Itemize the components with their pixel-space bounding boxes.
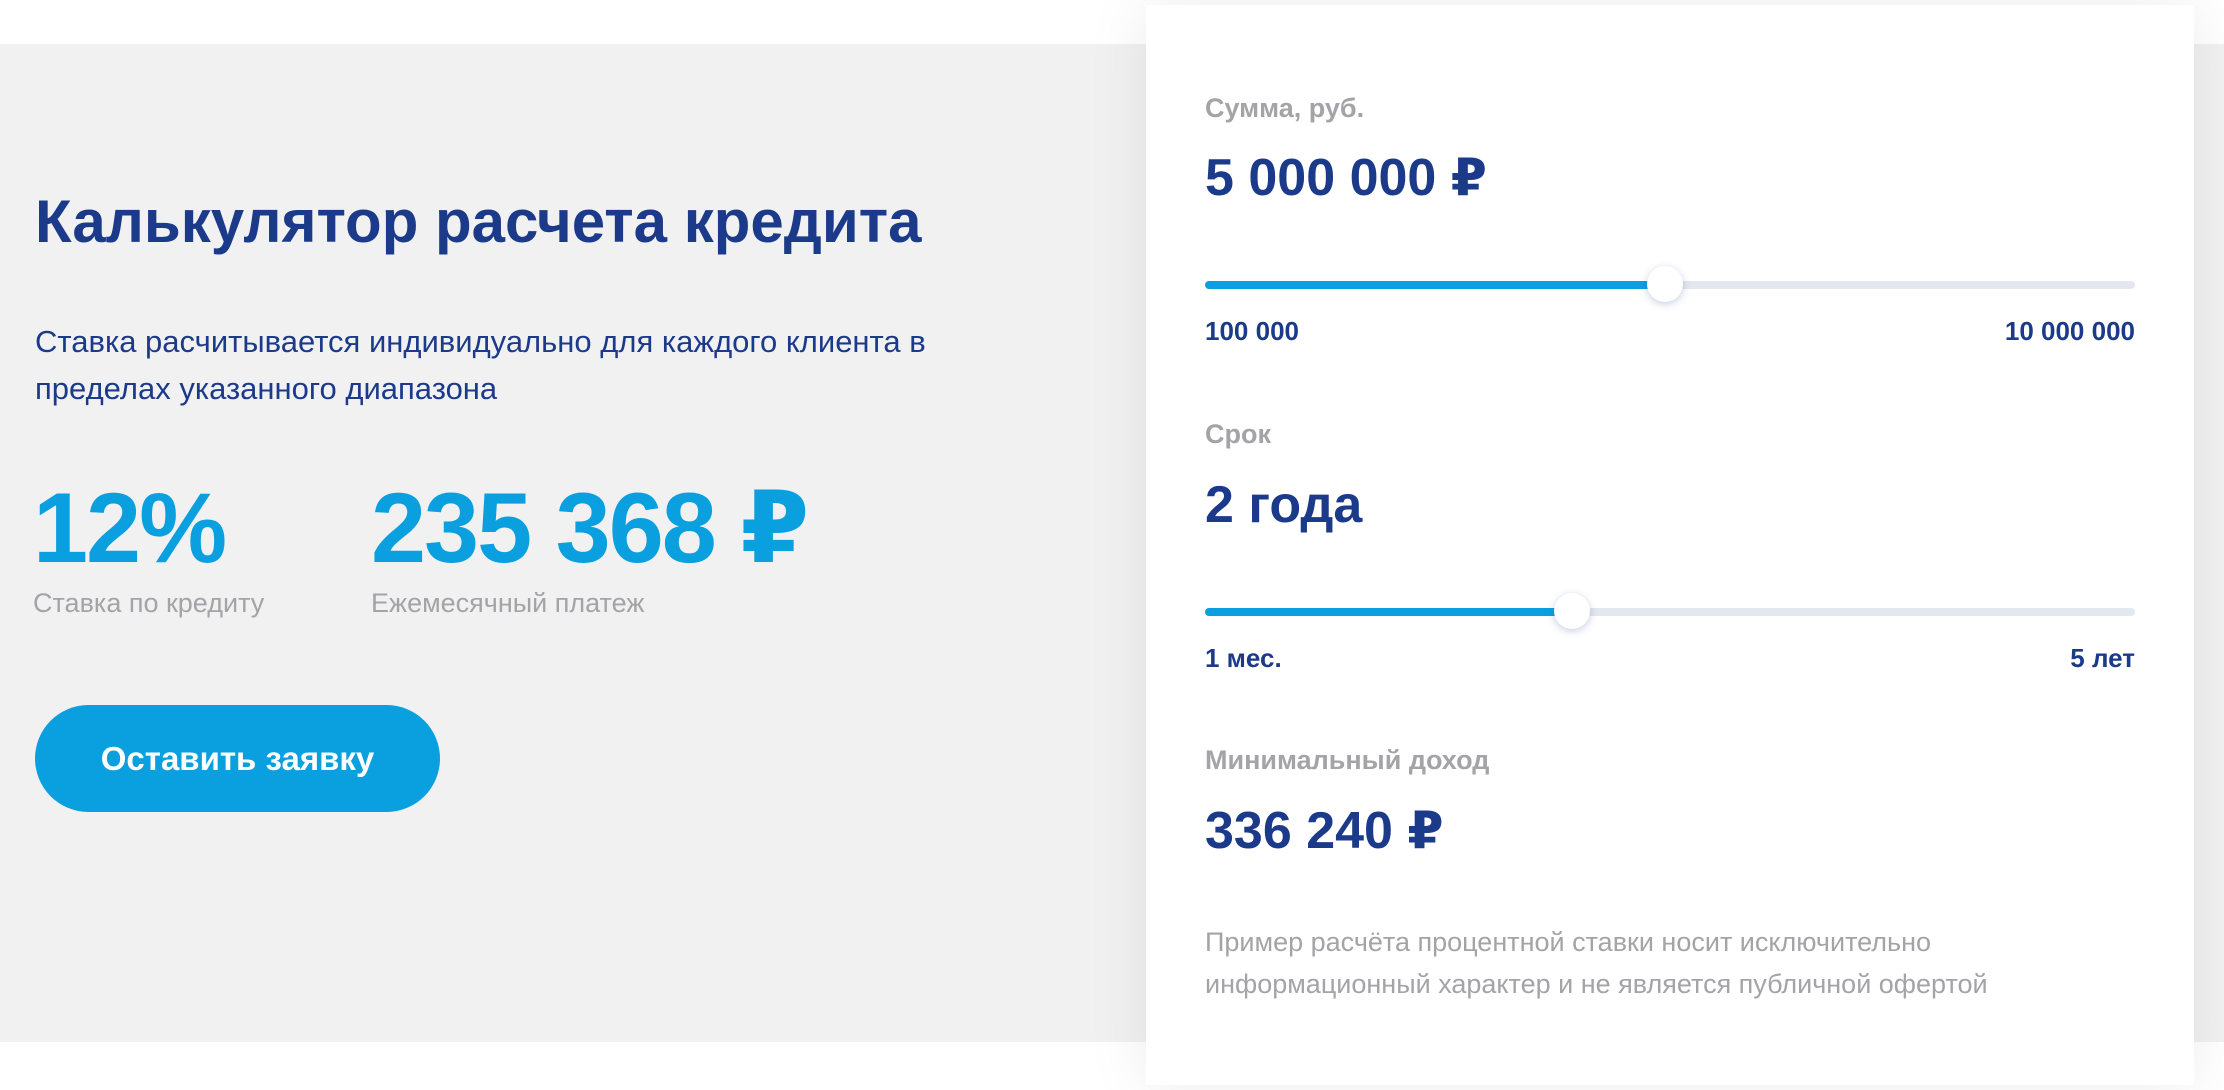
- term-min-label: 1 мес.: [1205, 643, 1282, 673]
- rate-stat: 12% Ставка по кредиту: [33, 470, 264, 621]
- amount-value: 5 000 000 ₽: [1205, 149, 1487, 207]
- term-slider-fill: [1205, 608, 1573, 616]
- amount-slider-fill: [1205, 281, 1666, 289]
- page-subtitle: Ставка расчитывается индивидуально для к…: [35, 324, 926, 406]
- rate-value: 12%: [33, 472, 227, 583]
- calculator-card: Сумма, руб. 5 000 000 ₽ 100 000 10 000 0…: [1146, 5, 2194, 1085]
- apply-button[interactable]: Оставить заявку: [35, 705, 440, 812]
- rate-label: Ставка по кредиту: [33, 588, 265, 618]
- page: Калькулятор расчета кредита Ставка расчи…: [0, 0, 2224, 1090]
- payment-label: Ежемесячный платеж: [371, 588, 645, 618]
- term-label: Срок: [1205, 419, 1271, 449]
- income-value: 336 240 ₽: [1205, 802, 1444, 860]
- income-label: Минимальный доход: [1205, 745, 1490, 775]
- amount-slider[interactable]: [1205, 266, 2135, 302]
- amount-label: Сумма, руб.: [1205, 93, 1365, 123]
- amount-min-label: 100 000: [1205, 316, 1299, 346]
- term-slider[interactable]: [1205, 593, 2135, 629]
- amount-max-label: 10 000 000: [2004, 316, 2135, 346]
- term-slider-thumb[interactable]: [1554, 593, 1591, 629]
- page-title: Калькулятор расчета кредита: [35, 188, 922, 255]
- term-max-label: 5 лет: [2070, 643, 2135, 673]
- payment-value: 235 368 ₽: [371, 472, 809, 583]
- amount-slider-thumb[interactable]: [1647, 266, 1684, 302]
- disclaimer: Пример расчёта процентной ставки носит и…: [1205, 927, 1988, 999]
- term-value: 2 года: [1205, 476, 1363, 534]
- payment-stat: 235 368 ₽ Ежемесячный платеж: [371, 470, 809, 621]
